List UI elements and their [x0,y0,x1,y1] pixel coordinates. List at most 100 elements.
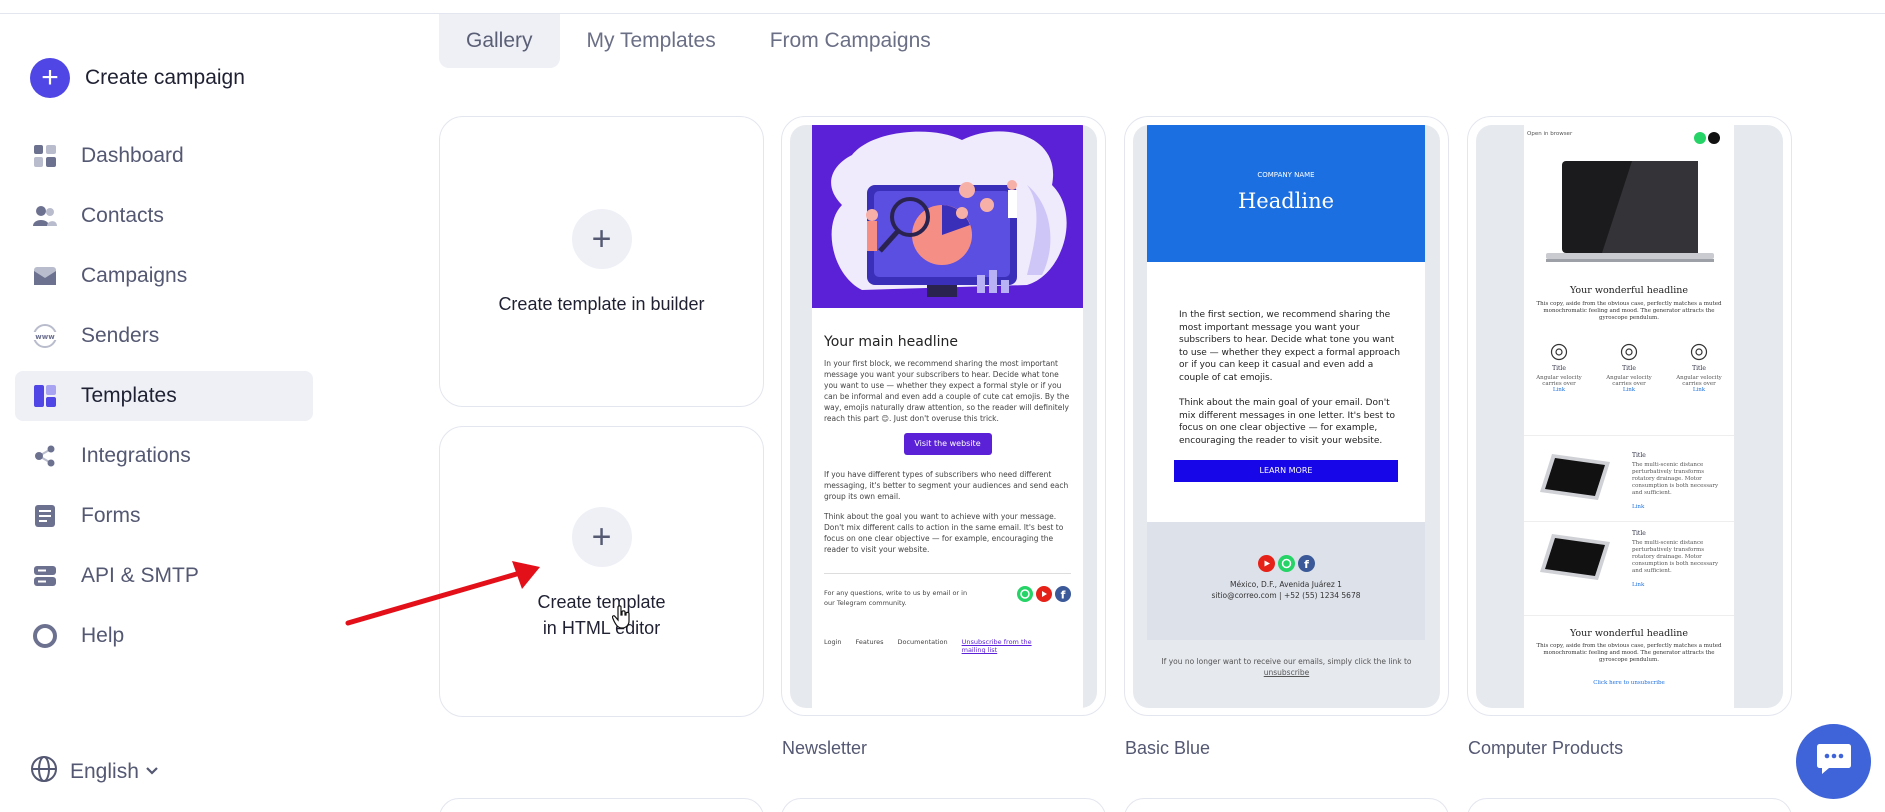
plus-icon: + [571,209,632,269]
sidebar: + Create campaign Dashboard Contacts Cam… [0,14,330,812]
cp-feature-link: Link [1552,387,1566,393]
basic-blue-unsub-link: unsubscribe [1263,668,1310,677]
sidebar-item-dashboard[interactable]: Dashboard [15,131,313,181]
tab-gallery[interactable]: Gallery [439,14,560,68]
dashboard-icon [32,143,58,169]
chat-button[interactable] [1796,724,1871,799]
create-campaign-label: Create campaign [85,66,245,89]
sidebar-item-api-smtp[interactable]: API & SMTP [15,551,313,601]
template-card-partial[interactable] [1467,798,1792,812]
newsletter-link-login: Login [824,638,842,646]
basic-blue-paragraph-2: Think about the main goal of your email.… [1179,398,1396,446]
template-card-partial[interactable] [781,798,1106,812]
basic-blue-unsub-text: If you no longer want to receive our ema… [1161,657,1412,666]
cp-feature: Title Angular velocity carries over Link [1529,343,1589,393]
create-builder-label: Create template in builder [498,294,705,314]
sidebar-item-senders[interactable]: www Senders [15,311,313,361]
sidebar-item-integrations[interactable]: Integrations [15,431,313,481]
cp-bottom-section: Your wonderful headline This copy, aside… [1524,615,1734,708]
cp-feature-link: Link [1692,387,1706,393]
computer-products-preview: Open in browser Your wonderful headline … [1524,125,1734,708]
newsletter-link-unsubscribe: Unsubscribe from the mailing list [961,638,1032,654]
basic-blue-preview: COMPANY NAME Headline In the first secti… [1133,125,1440,708]
basic-blue-paragraph-1: In the first section, we recommend shari… [1179,310,1401,383]
create-html-label-line1: Create template [537,592,666,612]
template-name-computer-products[interactable]: Computer Products [1468,738,1623,759]
newsletter-visit-button: Visit the website [903,433,992,455]
cp-product-row: Title The multi-scenic distance perturba… [1524,435,1734,521]
template-name-newsletter[interactable]: Newsletter [782,738,867,759]
template-card-newsletter[interactable]: Your main headline In your first block, … [781,116,1106,716]
cp-feature-desc: Angular velocity carries over [1606,375,1652,387]
sidebar-item-contacts[interactable]: Contacts [15,191,313,241]
annotation-arrow-icon [340,555,550,635]
social-icons: f [1017,586,1071,604]
help-icon [32,623,58,649]
newsletter-paragraph-3: Think about the goal you want to achieve… [824,512,1064,554]
youtube-icon [1257,555,1275,574]
language-label: English [70,759,139,783]
basic-blue-body: In the first section, we recommend shari… [1147,262,1425,522]
cp-feature-desc: Angular velocity carries over [1536,375,1582,387]
social-icons: f [1147,555,1425,574]
chrome-icon [1620,343,1638,365]
chat-icon [1816,742,1852,781]
whatsapp-icon [1277,555,1295,574]
newsletter-footer-links: Login Features Documentation Unsubscribe… [824,638,1071,654]
newsletter-link-documentation: Documentation [897,638,948,646]
facebook-icon: f [1297,555,1315,574]
cp-item-link: Link [1632,504,1645,510]
integrations-icon [32,443,58,469]
template-card-partial[interactable] [439,798,764,812]
basic-blue-headline: Headline [1237,189,1335,213]
template-name-basic-blue[interactable]: Basic Blue [1125,738,1210,759]
template-card-computer-products[interactable]: Open in browser Your wonderful headline … [1467,116,1792,716]
laptop-image [1542,155,1718,271]
plus-icon: + [30,58,70,98]
create-template-builder-card[interactable]: + Create template in builder [439,116,764,407]
cp-description-2: This copy, aside from the obvious case, … [1536,643,1722,663]
sidebar-item-templates[interactable]: Templates [15,371,313,421]
sidebar-item-help[interactable]: Help [15,611,313,661]
newsletter-preview: Your main headline In your first block, … [812,125,1083,708]
basic-blue-company: COMPANY NAME [1257,171,1315,179]
template-card-basic-blue[interactable]: COMPANY NAME Headline In the first secti… [1124,116,1449,716]
sidebar-item-label: Help [81,624,125,647]
create-html-label-line2: in HTML editor [542,618,661,638]
cp-item-title: Title [1632,530,1646,537]
newsletter-paragraph-2: If you have different types of subscribe… [824,470,1069,501]
template-card-partial[interactable] [1124,798,1449,812]
tab-from-campaigns[interactable]: From Campaigns [743,14,958,68]
cp-product-row: Title The multi-scenic distance perturba… [1524,521,1734,607]
template-preview: COMPANY NAME Headline In the first secti… [1133,125,1440,708]
sidebar-item-label: Templates [81,384,177,407]
language-selector[interactable]: English [30,755,159,788]
cp-feature-title: Title [1622,365,1636,372]
basic-blue-header: COMPANY NAME Headline [1147,125,1425,262]
cp-headline: Your wonderful headline [1569,285,1689,296]
cp-description: This copy, aside from the obvious case, … [1536,301,1722,321]
campaigns-icon [32,263,58,289]
sidebar-item-campaigns[interactable]: Campaigns [15,251,313,301]
sidebar-nav: Dashboard Contacts Campaigns www Senders… [15,131,313,671]
newsletter-link-features: Features [855,638,884,646]
sidebar-item-label: Integrations [81,444,191,467]
sidebar-item-label: API & SMTP [81,564,199,587]
whatsapp-icon [1694,129,1706,148]
cp-item-link: Link [1632,582,1645,588]
sidebar-item-forms[interactable]: Forms [15,491,313,541]
plus-icon: + [571,507,632,567]
cp-feature-title: Title [1692,365,1706,372]
templates-icon [32,383,58,409]
tablet-image [1538,530,1612,588]
tab-my-templates[interactable]: My Templates [560,14,743,68]
newsletter-paragraph-1: In your first block, we recommend sharin… [824,359,1070,423]
top-border [0,0,1885,14]
chrome-icon [1690,343,1708,365]
api-icon [32,563,58,589]
template-preview: Open in browser Your wonderful headline … [1476,125,1783,708]
create-campaign-button[interactable]: + Create campaign [30,58,245,98]
chrome-icon [1550,343,1568,365]
cp-footer: Click here to unsubscribe [1593,680,1665,686]
cp-item-title: Title [1632,452,1646,459]
